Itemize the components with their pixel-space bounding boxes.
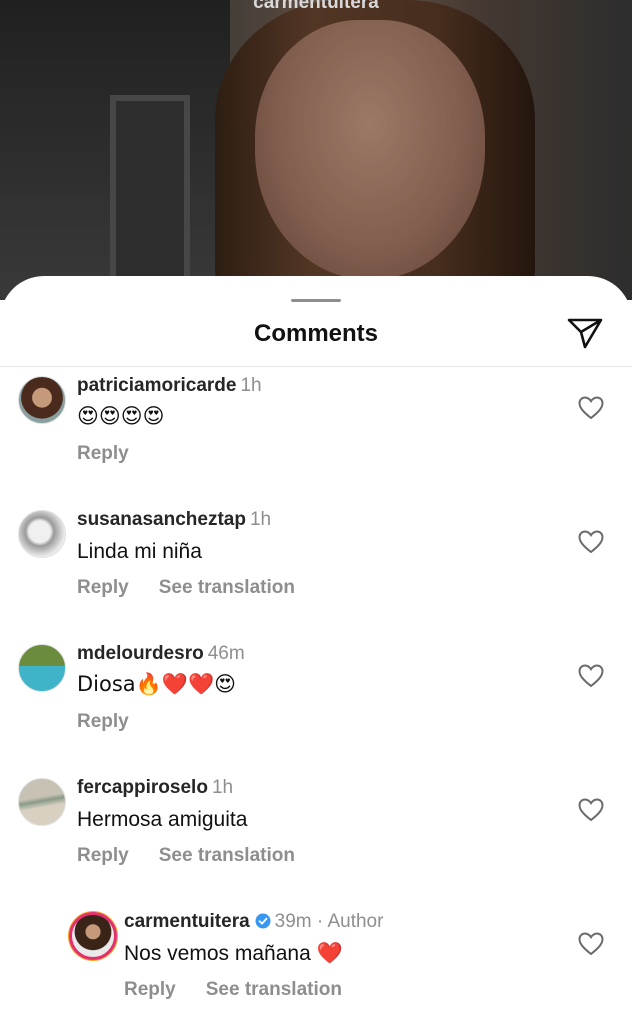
post-photo: carmentuitera <box>0 0 632 300</box>
comment-username[interactable]: mdelourdesro <box>77 643 204 664</box>
comments-sheet: Comments patriciamoricarde 1h 😍😍😍😍 Reply … <box>0 276 632 1024</box>
reply-button[interactable]: Reply <box>77 711 129 732</box>
comment-item: mdelourdesro 46m Diosa🔥❤️❤️😍 Reply <box>0 640 632 760</box>
comment-item: susanasancheztap 1h Linda mi niña Reply Se… <box>0 506 632 626</box>
sheet-grabber[interactable] <box>291 299 341 302</box>
verified-badge-icon <box>255 913 271 929</box>
see-translation-button[interactable]: See translation <box>159 577 295 598</box>
post-username: carmentuitera <box>253 0 379 13</box>
reply-button[interactable]: Reply <box>77 443 129 464</box>
comment-username[interactable]: susanasancheztap <box>77 509 246 530</box>
reply-button[interactable]: Reply <box>77 577 129 598</box>
comment-time: 1h <box>249 509 272 530</box>
comment-time: 39m · Author <box>274 911 384 932</box>
heart-icon[interactable] <box>578 664 604 688</box>
heart-icon[interactable] <box>578 396 604 420</box>
avatar[interactable] <box>18 778 66 826</box>
comment-username[interactable]: carmentuitera <box>124 911 250 932</box>
avatar[interactable] <box>18 510 66 558</box>
avatar[interactable] <box>18 376 66 424</box>
comment-time: 1h <box>211 777 234 798</box>
comment-text: Nos vemos mañana ❤️ <box>124 942 343 965</box>
reply-button[interactable]: Reply <box>77 845 129 866</box>
avatar[interactable] <box>18 644 66 692</box>
comment-text: 😍😍😍😍 <box>77 404 165 428</box>
comment-text: Hermosa amiguita <box>77 808 248 831</box>
send-icon[interactable] <box>566 316 604 350</box>
heart-icon[interactable] <box>578 798 604 822</box>
avatar-story-ring[interactable] <box>69 912 117 960</box>
reply-button[interactable]: Reply <box>124 979 176 1000</box>
heart-icon[interactable] <box>578 932 604 956</box>
comment-item: fercappiroselo 1h Hermosa amiguita Reply S… <box>0 774 632 894</box>
comment-username[interactable]: patriciamoricarde <box>77 375 236 396</box>
comment-time: 46m <box>207 643 245 664</box>
comment-item: patriciamoricarde 1h 😍😍😍😍 Reply <box>0 372 632 492</box>
comment-item: carmentuitera 39m · Author Nos vemos maña… <box>0 908 632 1024</box>
sheet-divider <box>0 366 632 367</box>
comment-text: Linda mi niña <box>77 540 202 563</box>
see-translation-button[interactable]: See translation <box>159 845 295 866</box>
heart-icon[interactable] <box>578 530 604 554</box>
comment-text: Diosa🔥❤️❤️😍 <box>77 672 236 696</box>
see-translation-button[interactable]: See translation <box>206 979 342 1000</box>
comment-time: 1h <box>240 375 262 396</box>
comment-username[interactable]: fercappiroselo <box>77 777 208 798</box>
sheet-title: Comments <box>253 320 379 347</box>
